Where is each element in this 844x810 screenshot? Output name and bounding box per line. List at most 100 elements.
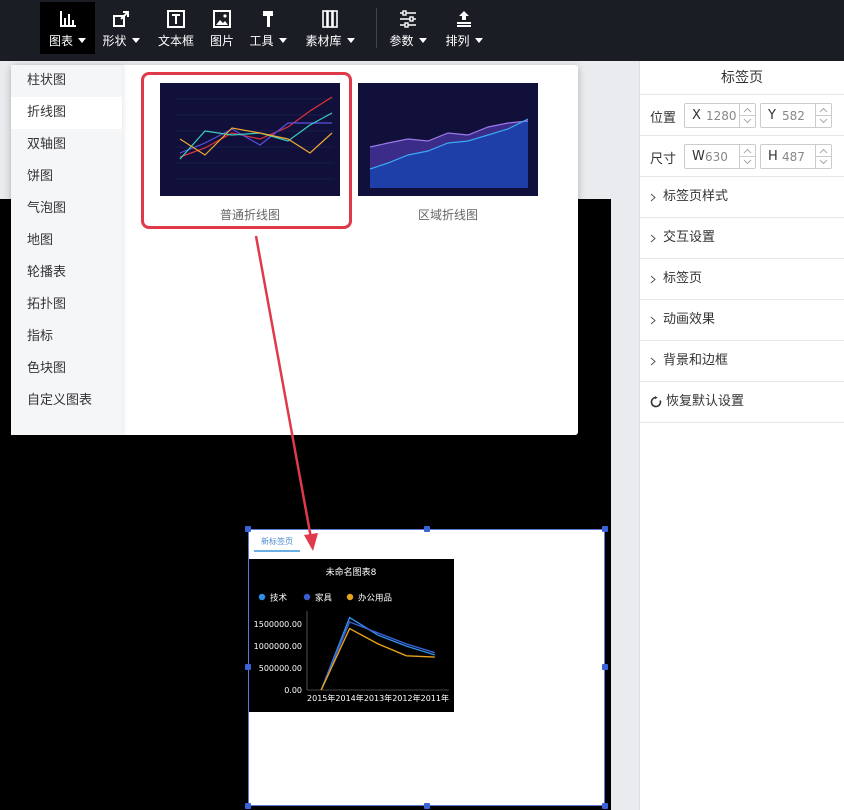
category-topology[interactable]: 拓扑图 [11,289,122,321]
chevron-down-icon [819,159,828,165]
caret-down-icon [474,38,483,43]
resize-handle-sw[interactable] [245,803,251,809]
shape-menu-button[interactable]: 形状 [100,2,142,54]
y-tick-label: 1000000.00 [254,642,302,651]
line-chart: 未命名图表8 技术 家具 办公用品 0.00 500000.00 1000000.00 1… [254,566,449,703]
w-input[interactable]: W 630 [684,144,756,169]
legend-label: 办公用品 [358,593,392,604]
toolbar-divider [376,8,377,48]
arrange-menu-button[interactable]: 排列 [442,2,486,54]
legend-label: 技术 [270,593,288,604]
h-decrement[interactable] [815,156,831,168]
section-label: 标签页样式 [663,189,729,204]
size-row: 尺寸 W 630 H 487 [640,136,844,177]
x-value: 1280 [706,109,737,123]
resize-handle-e[interactable] [602,664,608,670]
section-label: 标签页 [663,271,703,286]
image-icon [213,10,231,28]
chevron-down-icon [743,159,752,165]
arrange-icon [457,11,471,27]
caret-down-icon [131,38,140,43]
x-decrement[interactable] [739,115,755,127]
x-tick-label: 2015年 [307,693,335,703]
chevron-up-icon [819,148,828,154]
h-prefix: H [768,149,778,164]
w-decrement[interactable] [739,156,755,168]
resize-handle-n[interactable] [424,526,430,532]
section-animation[interactable]: 动画效果 [640,300,844,341]
chart-type-dropdown: 柱状图 折线图 双轴图 饼图 气泡图 地图 轮播表 拓扑图 指标 色块图 自定义… [11,65,578,435]
resize-handle-ne[interactable] [602,526,608,532]
arrange-menu-label: 排列 [445,34,470,48]
h-input[interactable]: H 487 [760,144,832,169]
w-value: 630 [705,150,728,164]
reset-icon [650,396,662,408]
resize-handle-s[interactable] [424,803,430,809]
section-tabs[interactable]: 标签页 [640,259,844,300]
y-tick-label: 1500000.00 [254,620,302,629]
library-menu-button[interactable]: 素材库 [302,2,358,54]
resize-handle-se[interactable] [602,803,608,809]
category-bar[interactable]: 柱状图 [11,65,122,97]
chevron-up-icon [743,107,752,113]
reset-defaults-button[interactable]: 恢复默认设置 [640,382,844,423]
position-row: 位置 X 1280 Y 582 [640,95,844,136]
category-carousel-table[interactable]: 轮播表 [11,257,122,289]
y-input[interactable]: Y 582 [760,103,832,128]
section-background-border[interactable]: 背景和边框 [640,341,844,382]
position-label: 位置 [650,111,677,126]
chevron-right-icon [650,234,656,242]
section-label: 交互设置 [663,230,716,245]
x-input[interactable]: X 1280 [684,103,756,128]
reset-label: 恢复默认设置 [666,394,745,409]
x-prefix: X [692,108,701,123]
chart-menu-label: 图表 [48,34,73,48]
chart-category-list: 柱状图 折线图 双轴图 饼图 气泡图 地图 轮播表 拓扑图 指标 色块图 自定义… [11,65,122,435]
x-tick-label: 2014年 [335,693,363,703]
textbox-button[interactable]: 文本框 [155,2,197,54]
caret-down-icon [418,38,427,43]
caret-down-icon [278,38,287,43]
bar-chart-icon [59,11,76,27]
category-dual-axis[interactable]: 双轴图 [11,129,122,161]
chart-menu-button[interactable]: 图表 [40,2,95,54]
y-tick-label: 0.00 [284,686,302,695]
resize-handle-w[interactable] [245,664,251,670]
chart-title: 未命名图表8 [326,566,377,578]
chevron-up-icon [743,148,752,154]
line-chart-widget[interactable]: 未命名图表8 技术 家具 办公用品 0.00 500000.00 1000000.00 1… [249,559,454,712]
legend-marker [303,593,311,601]
textbox-label: 文本框 [157,34,194,48]
properties-panel: 标签页 位置 X 1280 Y 582 尺寸 W 630 H 487 标签页样式… [639,61,844,810]
section-tab-style[interactable]: 标签页样式 [640,177,844,218]
chevron-down-icon [819,118,828,124]
legend-marker [258,593,266,601]
category-custom[interactable]: 自定义图表 [11,385,122,417]
tab-component[interactable]: 新标签页 未命名图表8 技术 家具 办公用品 0.00 500000.00 100000… [245,526,608,809]
y-decrement[interactable] [815,115,831,127]
shape-menu-label: 形状 [102,34,127,48]
image-button[interactable]: 图片 [205,2,239,54]
selected-thumbnail-highlight [141,72,352,229]
textbox-icon [167,10,185,28]
category-pie[interactable]: 饼图 [11,161,122,193]
tools-menu-button[interactable]: 工具 [247,2,289,54]
category-color-block[interactable]: 色块图 [11,353,122,385]
panel-title: 标签页 [640,61,844,95]
params-menu-button[interactable]: 参数 [386,2,430,54]
params-menu-label: 参数 [389,34,414,48]
category-map[interactable]: 地图 [11,225,122,257]
category-indicator[interactable]: 指标 [11,321,122,353]
section-label: 背景和边框 [663,353,729,368]
x-tick-label: 2013年 [364,693,392,703]
section-interaction[interactable]: 交互设置 [640,218,844,259]
chevron-right-icon [650,193,656,201]
resize-handle-nw[interactable] [245,526,251,532]
category-line[interactable]: 折线图 [11,97,122,129]
library-icon [322,10,338,28]
tab-new-page[interactable]: 新标签页 [254,536,300,552]
x-tick-label: 2012年 [392,693,420,703]
chevron-right-icon [650,316,656,324]
library-menu-label: 素材库 [305,34,342,48]
category-bubble[interactable]: 气泡图 [11,193,122,225]
